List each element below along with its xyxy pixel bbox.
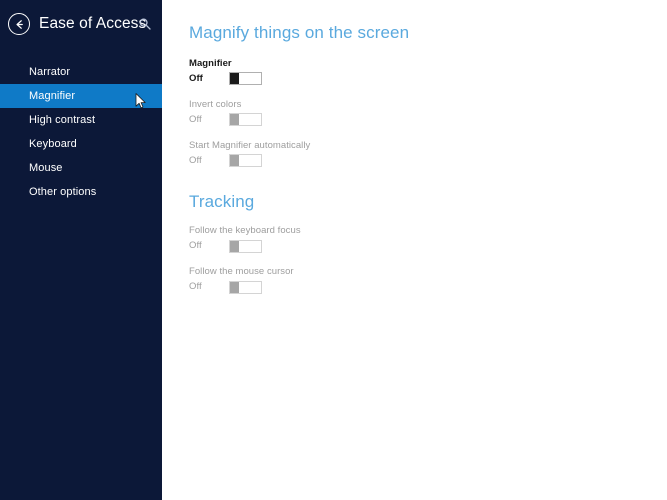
toggle-thumb: [230, 281, 239, 293]
page-title: Ease of Access: [39, 15, 147, 33]
sidebar-item-label: Narrator: [29, 66, 71, 78]
ease-of-access-settings-screen: Ease of Access Narrator Magnifier High c…: [0, 0, 667, 500]
setting-row: Off: [189, 280, 667, 294]
toggle-thumb: [230, 155, 239, 167]
invert-colors-toggle[interactable]: [229, 113, 262, 127]
start-magnifier-automatically-toggle[interactable]: [229, 154, 262, 168]
setting-label: Start Magnifier automatically: [189, 139, 311, 151]
back-arrow-icon: [14, 19, 25, 30]
setting-follow-keyboard-focus: Follow the keyboard focus Off: [189, 224, 667, 253]
section-heading-tracking: Tracking: [189, 191, 255, 211]
sidebar-nav-list: Narrator Magnifier High contrast Keyboar…: [0, 60, 162, 204]
sidebar-item-keyboard[interactable]: Keyboard: [0, 132, 162, 156]
sidebar: Ease of Access Narrator Magnifier High c…: [0, 0, 162, 500]
setting-state-text: Off: [189, 154, 202, 166]
search-icon[interactable]: [138, 17, 152, 31]
setting-label: Invert colors: [189, 98, 242, 110]
sidebar-item-narrator[interactable]: Narrator: [0, 60, 162, 84]
toggle-thumb: [230, 114, 239, 126]
sidebar-item-magnifier[interactable]: Magnifier: [0, 84, 162, 108]
setting-label: Magnifier: [189, 57, 232, 69]
sidebar-header: Ease of Access: [0, 0, 162, 48]
setting-invert-colors: Invert colors Off: [189, 98, 667, 127]
magnifier-toggle[interactable]: [229, 72, 262, 86]
setting-row: Off: [189, 113, 667, 127]
setting-state-text: Off: [189, 240, 202, 252]
back-button[interactable]: [8, 13, 30, 35]
setting-row: Off: [189, 239, 667, 253]
setting-label: Follow the mouse cursor: [189, 266, 294, 278]
sidebar-item-other-options[interactable]: Other options: [0, 180, 162, 204]
sidebar-item-label: Other options: [29, 186, 97, 198]
sidebar-item-label: High contrast: [29, 114, 96, 126]
sidebar-item-high-contrast[interactable]: High contrast: [0, 108, 162, 132]
sidebar-item-mouse[interactable]: Mouse: [0, 156, 162, 180]
follow-mouse-cursor-toggle[interactable]: [229, 280, 262, 294]
setting-label: Follow the keyboard focus: [189, 225, 301, 237]
setting-start-magnifier-automatically: Start Magnifier automatically Off: [189, 139, 667, 168]
setting-magnifier: Magnifier Off: [189, 57, 667, 86]
setting-row: Off: [189, 154, 667, 168]
follow-keyboard-focus-toggle[interactable]: [229, 239, 262, 253]
setting-follow-mouse-cursor: Follow the mouse cursor Off: [189, 265, 667, 294]
setting-row: Off: [189, 72, 667, 86]
sidebar-item-label: Magnifier: [29, 90, 76, 102]
toggle-thumb: [230, 240, 239, 252]
main-content: Magnify things on the screen Magnifier O…: [162, 0, 667, 500]
setting-state-text: Off: [189, 113, 202, 125]
setting-state-text: Off: [189, 281, 202, 293]
toggle-thumb: [230, 73, 239, 85]
sidebar-item-label: Mouse: [29, 162, 63, 174]
section-heading-magnify: Magnify things on the screen: [189, 23, 410, 42]
sidebar-item-label: Keyboard: [29, 138, 77, 150]
setting-state-text: Off: [189, 72, 203, 84]
